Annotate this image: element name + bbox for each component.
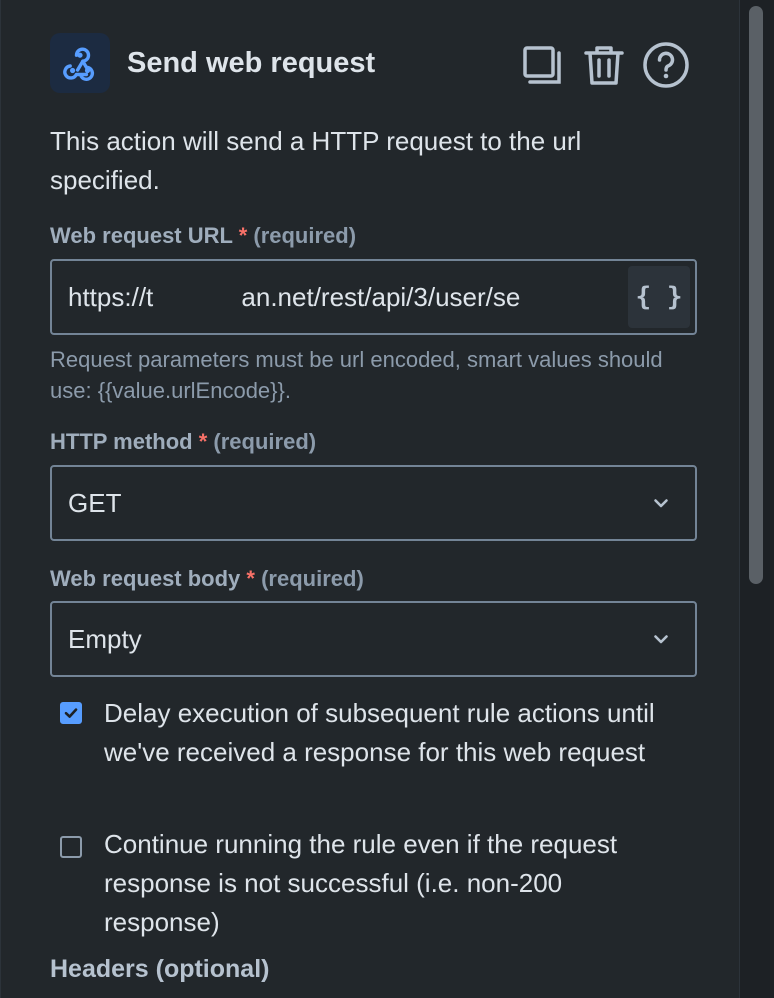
delete-button[interactable] <box>580 41 628 89</box>
scrollbar-thumb[interactable] <box>749 6 763 584</box>
required-text: (required) <box>213 429 317 454</box>
url-input[interactable]: https://t .atlassian.net/rest/api/3/user… <box>50 259 697 335</box>
method-select[interactable]: GET <box>50 465 697 541</box>
trash-icon <box>584 46 624 85</box>
help-icon <box>643 42 689 88</box>
chevron-down-icon <box>654 499 668 508</box>
delay-execution-checkbox[interactable] <box>60 702 82 724</box>
webhook-icon <box>50 33 110 93</box>
required-text: (required) <box>253 223 357 248</box>
required-star: * <box>238 223 248 248</box>
headers-section-title: Headers (optional) <box>50 955 270 983</box>
url-helper-text: Request parameters must be url encoded, … <box>50 347 663 403</box>
redacted-region <box>156 269 240 325</box>
url-label-text: Web request URL <box>50 223 233 248</box>
method-value: GET <box>68 488 122 518</box>
duplicate-button[interactable] <box>518 41 566 89</box>
url-value: https://t .atlassian.net/rest/api/3/user… <box>68 282 521 312</box>
body-select[interactable]: Empty <box>50 601 697 677</box>
continue-on-failure-label[interactable]: Continue running the rule even if the re… <box>104 825 684 942</box>
body-label-text: Web request body <box>50 566 241 591</box>
method-label-text: HTTP method <box>50 429 193 454</box>
url-label: Web request URL * (required) <box>50 223 356 249</box>
chevron-down-icon <box>654 635 668 644</box>
copy-icon <box>523 46 561 84</box>
smart-values-button[interactable]: { } <box>628 266 690 328</box>
body-value: Empty <box>68 624 142 654</box>
scrollbar-track[interactable] <box>740 0 774 998</box>
action-config-panel: Send web request This action will send a <box>0 0 740 998</box>
required-text: (required) <box>261 566 364 591</box>
panel-header: Send web request <box>50 33 700 95</box>
panel-title: Send web request <box>127 47 376 79</box>
required-star: * <box>246 566 255 591</box>
help-button[interactable] <box>642 41 690 89</box>
method-label: HTTP method * (required) <box>50 429 316 455</box>
action-description: This action will send a HTTP request to … <box>50 126 582 195</box>
required-star: * <box>198 429 208 454</box>
checkmark-icon <box>64 708 78 718</box>
delay-execution-label[interactable]: Delay execution of subsequent rule actio… <box>104 694 684 772</box>
body-label: Web request body * (required) <box>50 566 364 592</box>
continue-on-failure-checkbox[interactable] <box>60 836 82 858</box>
